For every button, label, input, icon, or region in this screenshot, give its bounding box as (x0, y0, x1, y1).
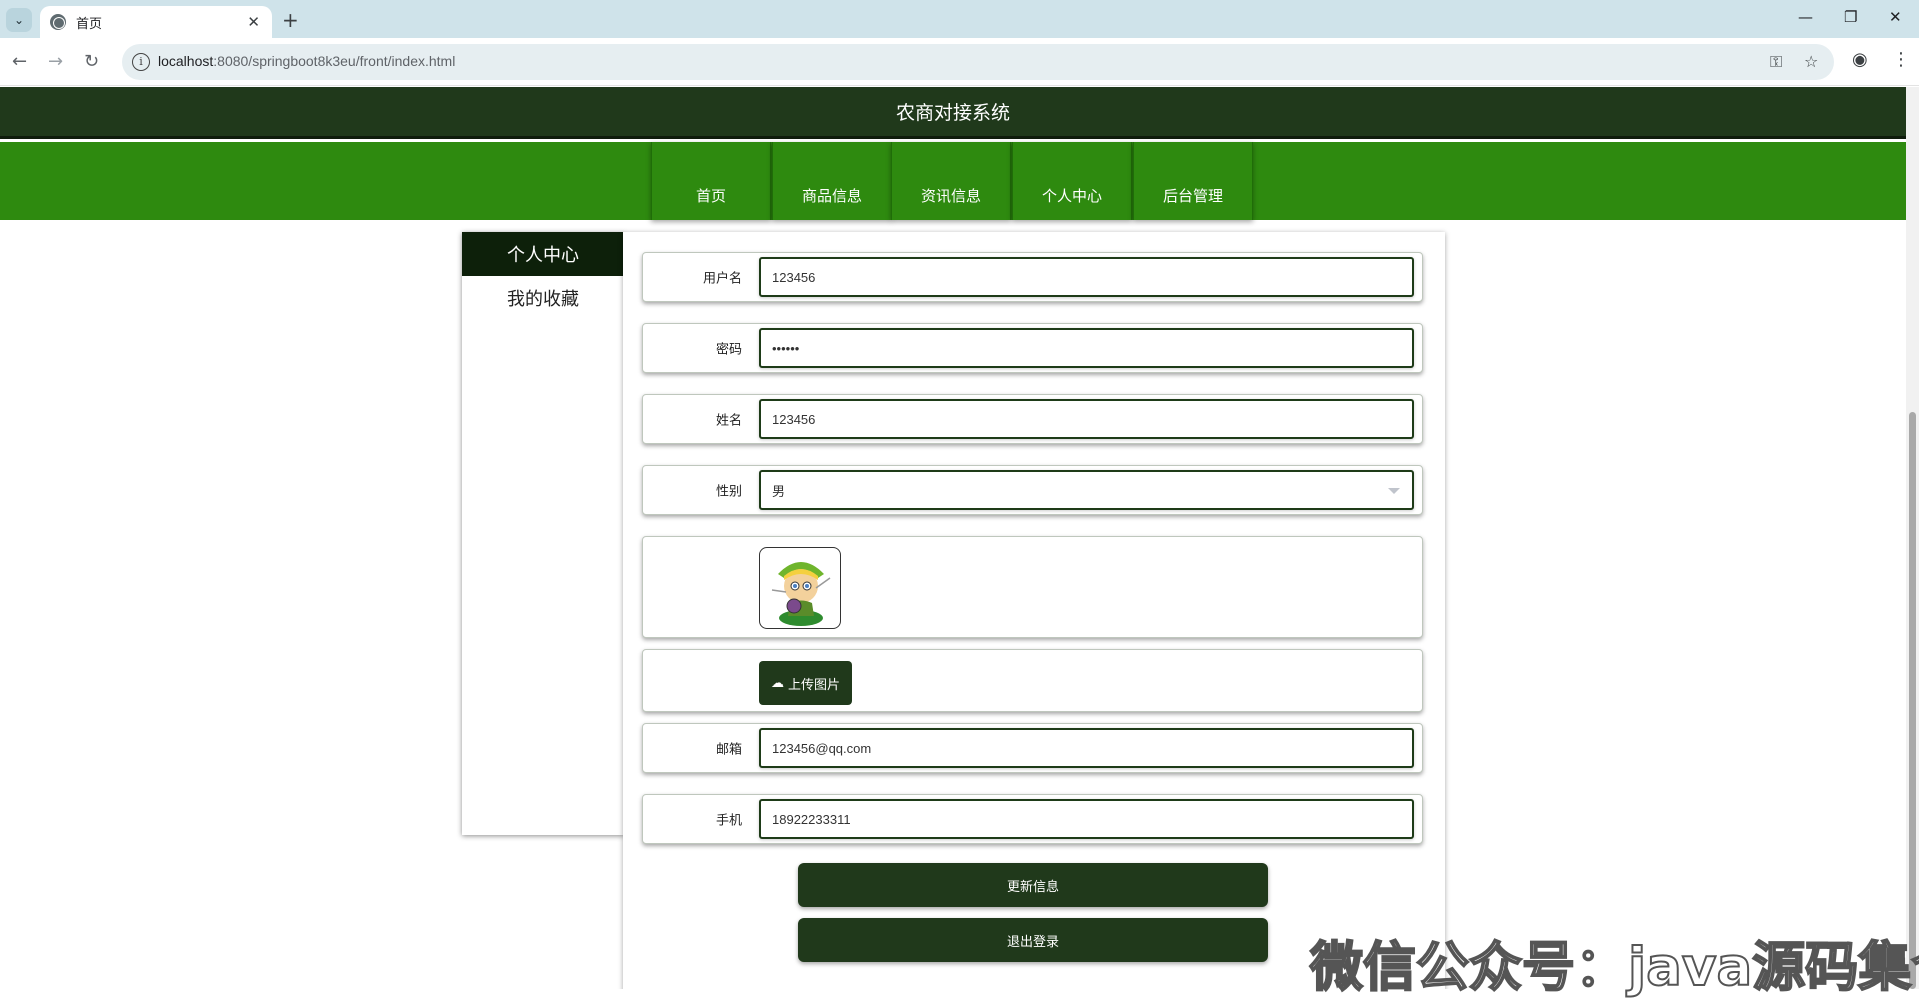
form-row-upload: ☁ 上传图片 (642, 649, 1423, 712)
password-input[interactable]: •••••• (759, 328, 1414, 368)
main-nav: 首页 商品信息 资讯信息 个人中心 后台管理 (0, 142, 1906, 220)
watermark: 微信公众号：java源码集合 (1309, 936, 1919, 999)
scrollbar-thumb[interactable] (1909, 412, 1916, 989)
form-row-phone: 手机 18922233311 (642, 794, 1423, 844)
site-info-icon[interactable]: i (132, 53, 150, 71)
nav-item-profile[interactable]: 个人中心 (1012, 142, 1132, 220)
web-page: 农商对接系统 首页 商品信息 资讯信息 个人中心 后台管理 个人中心 我的收藏 … (0, 87, 1906, 989)
form-row-email: 邮箱 123456@qq.com (642, 723, 1423, 773)
bookmark-star-icon[interactable]: ☆ (1804, 52, 1818, 71)
forward-arrow-icon[interactable]: → (48, 51, 63, 72)
new-tab-button[interactable]: + (282, 8, 299, 32)
nav-item-admin[interactable]: 后台管理 (1133, 142, 1253, 220)
upload-image-button[interactable]: ☁ 上传图片 (759, 661, 852, 705)
gender-value: 男 (772, 483, 786, 499)
tab-search-button[interactable]: ⌄ (6, 8, 32, 32)
nav-item-home[interactable]: 首页 (651, 142, 771, 220)
sidebar: 个人中心 我的收藏 (462, 232, 624, 835)
tab-title: 首页 (76, 16, 103, 32)
logout-button[interactable]: 退出登录 (798, 918, 1268, 962)
form-row-password: 密码 •••••• (642, 323, 1423, 373)
site-title: 农商对接系统 (895, 102, 1010, 124)
gender-select[interactable]: 男 (759, 470, 1414, 510)
gender-label: 性别 (715, 484, 742, 500)
username-label: 用户名 (702, 271, 742, 287)
email-input[interactable]: 123456@qq.com (759, 728, 1414, 768)
phone-input[interactable]: 18922233311 (759, 799, 1414, 839)
nav-item-news[interactable]: 资讯信息 (891, 142, 1011, 220)
form-row-name: 姓名 123456 (642, 394, 1423, 444)
address-bar[interactable]: i localhost:8080/springboot8k3eu/front/i… (122, 44, 1834, 80)
browser-tab-strip: ⌄ 首页 ✕ + — ❐ ✕ (0, 0, 1919, 38)
username-input[interactable]: 123456 (759, 257, 1414, 297)
back-arrow-icon[interactable]: ← (12, 51, 27, 72)
password-key-icon[interactable]: ⚿ (1770, 52, 1782, 72)
minimize-button[interactable]: — (1798, 8, 1813, 26)
browser-toolbar: ← → ↻ i localhost:8080/springboot8k3eu/f… (0, 38, 1919, 86)
phone-label: 手机 (715, 813, 742, 829)
avatar-image (759, 547, 841, 629)
site-header: 农商对接系统 (0, 87, 1906, 139)
menu-dots-icon[interactable]: ⋮ (1892, 49, 1910, 70)
url-path: :8080/springboot8k3eu/front/index.html (213, 53, 456, 69)
restore-button[interactable]: ❐ (1844, 8, 1857, 26)
name-label: 姓名 (715, 413, 742, 429)
password-label: 密码 (715, 342, 742, 358)
form-row-username: 用户名 123456 (642, 252, 1423, 302)
close-tab-icon[interactable]: ✕ (247, 13, 260, 31)
page-scrollbar[interactable] (1906, 87, 1919, 989)
cloud-upload-icon: ☁ (770, 675, 784, 691)
email-label: 邮箱 (715, 742, 742, 758)
reload-icon[interactable]: ↻ (84, 51, 99, 72)
name-input[interactable]: 123456 (759, 399, 1414, 439)
form-row-gender: 性别 男 (642, 465, 1423, 515)
profile-icon[interactable]: ◉ (1852, 49, 1868, 70)
url-host: localhost (158, 53, 214, 69)
upload-label: 上传图片 (787, 677, 840, 693)
sidebar-item-profile[interactable]: 个人中心 (462, 232, 624, 276)
profile-form: 用户名 123456 密码 •••••• 姓名 123456 性别 男 ☁ 上传… (623, 232, 1445, 989)
close-window-button[interactable]: ✕ (1889, 8, 1902, 26)
form-row-avatar (642, 536, 1423, 638)
update-info-button[interactable]: 更新信息 (798, 863, 1268, 907)
browser-tab[interactable]: 首页 ✕ (40, 6, 272, 38)
chevron-down-icon (1388, 488, 1400, 494)
nav-item-products[interactable]: 商品信息 (772, 142, 892, 220)
globe-icon (50, 14, 66, 30)
sidebar-item-favorites[interactable]: 我的收藏 (462, 276, 624, 320)
